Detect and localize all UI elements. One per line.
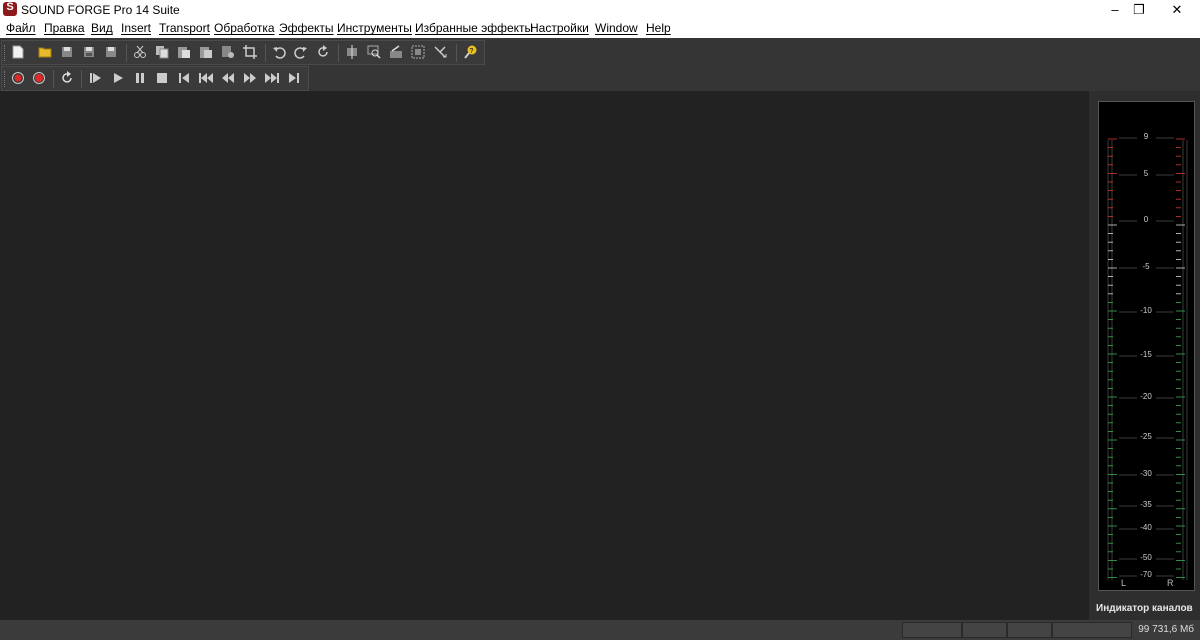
play-all-icon[interactable] <box>86 68 106 88</box>
undo-icon[interactable] <box>269 42 289 62</box>
menu-edit[interactable]: Правка <box>44 21 85 35</box>
pause-icon[interactable] <box>130 68 150 88</box>
toolbar-separator <box>456 44 457 62</box>
mix-icon[interactable] <box>218 42 238 62</box>
previous-icon[interactable] <box>196 68 216 88</box>
open-folder-icon[interactable] <box>35 42 55 62</box>
menu-view[interactable]: Вид <box>91 21 113 35</box>
record-settings-icon[interactable] <box>8 68 28 88</box>
meter-scale-label: -30 <box>1140 469 1152 478</box>
rewind-icon[interactable] <box>218 68 238 88</box>
paste-icon[interactable] <box>174 42 194 62</box>
meter-scale-label: 0 <box>1143 215 1149 224</box>
meter-scale-label: -10 <box>1140 306 1152 315</box>
meter-scale-label: -15 <box>1140 350 1152 359</box>
fast-forward-icon[interactable] <box>240 68 260 88</box>
meter-scale-label: -35 <box>1140 500 1152 509</box>
menu-insert[interactable]: Insert <box>121 21 151 35</box>
main-toolbar: ? <box>1 40 485 65</box>
new-file-icon[interactable] <box>8 42 28 62</box>
help-icon[interactable]: ? <box>460 42 480 62</box>
go-to-end-icon[interactable] <box>284 68 304 88</box>
meter-scale-label: 9 <box>1143 132 1149 141</box>
select-all-icon[interactable] <box>408 42 428 62</box>
cut-icon[interactable] <box>130 42 150 62</box>
toolbar-separator <box>126 44 127 62</box>
menu-tools[interactable]: Инструменты <box>337 21 412 35</box>
save-all-icon[interactable] <box>79 42 99 62</box>
save-icon[interactable] <box>57 42 77 62</box>
toolbar-separator <box>53 70 54 88</box>
menu-bar: Файл Правка Вид Insert Transport Обработ… <box>0 19 1200 38</box>
crop-icon[interactable] <box>240 42 260 62</box>
zoom-selection-icon[interactable] <box>364 42 384 62</box>
region-icon[interactable] <box>386 42 406 62</box>
channel-left-label: L <box>1121 578 1127 588</box>
status-bar: 99 731,6 Мб <box>0 620 1200 640</box>
meter-scale-label: -5 <box>1142 262 1150 271</box>
status-segment <box>1052 622 1132 638</box>
copy-icon[interactable] <box>152 42 172 62</box>
channel-right-label: R <box>1167 578 1174 588</box>
play-icon[interactable] <box>108 68 128 88</box>
snap-icon[interactable] <box>430 42 450 62</box>
menu-transport[interactable]: Transport <box>159 21 210 35</box>
toolbar-separator <box>338 44 339 62</box>
meter-scale-label: -40 <box>1140 523 1152 532</box>
toolbar-separator <box>81 70 82 88</box>
toolbar-area: ? <box>0 38 1200 91</box>
meter-title: Индикатор каналов <box>1096 603 1193 614</box>
app-logo-icon[interactable] <box>3 1 17 16</box>
meter-scale-label: -20 <box>1140 392 1152 401</box>
menu-favorite-effects[interactable]: Избранные эффекты <box>415 21 533 35</box>
next-icon[interactable] <box>262 68 282 88</box>
meter-scale-label: -25 <box>1140 432 1152 441</box>
redo-icon[interactable] <box>291 42 311 62</box>
stop-icon[interactable] <box>152 68 172 88</box>
menu-settings[interactable]: Настройки <box>530 21 589 35</box>
window-title: SOUND FORGE Pro 14 Suite <box>21 3 180 17</box>
menu-help[interactable]: Help <box>646 21 671 35</box>
status-segment <box>1007 622 1052 638</box>
paste-special-icon[interactable] <box>196 42 216 62</box>
transport-toolbar <box>1 66 309 91</box>
record-icon[interactable] <box>29 68 49 88</box>
memory-status: 99 731,6 Мб <box>1138 624 1194 635</box>
status-segment <box>962 622 1007 638</box>
menu-process[interactable]: Обработка <box>214 21 275 35</box>
title-bar: SOUND FORGE Pro 14 Suite – ❐ ✕ <box>0 0 1200 19</box>
meter-scale-label: 5 <box>1143 169 1149 178</box>
save-as-icon[interactable] <box>101 42 121 62</box>
close-button[interactable]: ✕ <box>1154 0 1200 19</box>
menu-file[interactable]: Файл <box>6 21 36 35</box>
workspace-area[interactable] <box>0 91 1089 620</box>
menu-window[interactable]: Window <box>595 21 638 35</box>
repeat-icon[interactable] <box>313 42 333 62</box>
status-segment <box>902 622 962 638</box>
trim-icon[interactable] <box>342 42 362 62</box>
menu-effects[interactable]: Эффекты <box>279 21 334 35</box>
meter-scale-label: -70 <box>1140 570 1152 579</box>
go-to-start-icon[interactable] <box>174 68 194 88</box>
toolbar-separator <box>265 44 266 62</box>
svg-text:?: ? <box>470 48 474 55</box>
meter-scale-label: -50 <box>1140 553 1152 562</box>
loop-icon[interactable] <box>57 68 77 88</box>
